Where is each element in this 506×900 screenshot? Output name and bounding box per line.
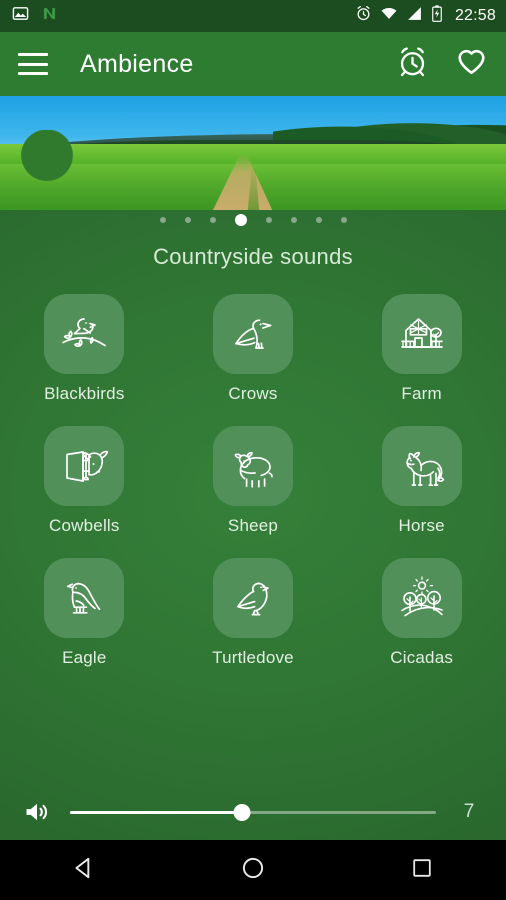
page-title: Ambience [80, 49, 194, 78]
sound-tile[interactable] [381, 558, 462, 638]
circle-home-icon [240, 855, 266, 886]
sound-tile[interactable] [212, 558, 293, 638]
volume-slider[interactable] [70, 802, 436, 822]
sound-tile[interactable] [44, 294, 125, 374]
page-dot[interactable] [315, 217, 322, 223]
status-bar-notifications [12, 5, 58, 27]
sound-item-turtledove[interactable]: Turtledove [169, 558, 338, 668]
alarm-clock-icon[interactable] [396, 45, 429, 83]
sound-tile[interactable] [381, 294, 462, 374]
image-icon [12, 5, 29, 27]
sound-label: Farm [401, 384, 442, 403]
sound-item-crows[interactable]: Crows [169, 294, 338, 404]
sound-tile[interactable] [44, 426, 125, 506]
status-bar-system-icons: 22:58 [355, 5, 496, 27]
section-title: Countryside sounds [153, 244, 353, 269]
crow-icon [225, 306, 281, 362]
app-bar-actions [396, 45, 488, 83]
sound-item-blackbirds[interactable]: Blackbirds [0, 294, 169, 404]
sound-tile[interactable] [44, 558, 125, 638]
cow-head-bell-icon [56, 438, 112, 494]
sound-item-sheep[interactable]: Sheep [169, 426, 338, 536]
sound-label: Eagle [62, 648, 107, 667]
status-bar-clock: 22:58 [454, 7, 496, 24]
heart-outline-icon[interactable] [455, 45, 488, 83]
sound-item-horse[interactable]: Horse [337, 426, 506, 536]
signal-icon [406, 5, 423, 27]
sound-item-farm[interactable]: Farm [337, 294, 506, 404]
volume-thumb[interactable] [233, 803, 251, 821]
page-indicator [0, 214, 506, 226]
banner-bush [16, 130, 78, 186]
sound-tile[interactable] [212, 426, 293, 506]
page-dot[interactable] [159, 217, 166, 223]
phone-screen: 22:58 Ambience Countryside sounds Blackb… [0, 0, 506, 900]
sound-tile[interactable] [212, 294, 293, 374]
page-dot[interactable] [209, 217, 216, 223]
triangle-back-icon [71, 855, 97, 886]
sheep-icon [225, 438, 281, 494]
page-dot[interactable] [184, 217, 191, 223]
sound-label: Cowbells [49, 516, 120, 535]
barn-farm-icon [394, 306, 450, 362]
speaker-volume-icon[interactable] [20, 798, 54, 826]
page-dot[interactable] [340, 217, 347, 223]
horse-icon [394, 438, 450, 494]
battery-icon [431, 5, 443, 27]
wifi-icon [380, 5, 398, 27]
back-button[interactable] [56, 842, 112, 898]
recents-button[interactable] [394, 842, 450, 898]
sound-label: Horse [398, 516, 445, 535]
square-recents-icon [410, 856, 434, 885]
sound-item-cowbells[interactable]: Cowbells [0, 426, 169, 536]
home-button[interactable] [225, 842, 281, 898]
volume-bar: 7 [0, 784, 506, 840]
app-bar: Ambience [0, 32, 506, 96]
sound-label: Blackbirds [44, 384, 125, 403]
sound-grid: Blackbirds Crows Farm Cowbells Sheep Hor… [0, 294, 506, 668]
sound-tile[interactable] [381, 426, 462, 506]
volume-track-fill [70, 810, 243, 814]
sound-item-eagle[interactable]: Eagle [0, 558, 169, 668]
bird-on-branch-icon [56, 306, 112, 362]
page-dot[interactable] [265, 217, 272, 223]
sound-label: Crows [228, 384, 278, 403]
volume-value: 7 [463, 801, 475, 822]
page-dot[interactable] [290, 217, 297, 223]
alarm-icon [355, 5, 372, 27]
sound-label: Turtledove [212, 648, 294, 667]
android-navigation-bar [0, 840, 506, 900]
page-dot-active[interactable] [234, 214, 247, 226]
nfc-n-icon [41, 5, 58, 27]
banner-image [0, 96, 506, 210]
trees-sun-hills-icon [394, 570, 450, 626]
sound-label: Cicadas [390, 648, 454, 667]
sound-item-cicadas[interactable]: Cicadas [337, 558, 506, 668]
status-bar: 22:58 [0, 0, 506, 32]
content-panel: Countryside sounds Blackbirds Crows Farm… [0, 210, 506, 840]
sound-label: Sheep [227, 516, 279, 535]
dove-icon [225, 570, 281, 626]
eagle-icon [56, 570, 112, 626]
hamburger-menu-icon[interactable] [18, 53, 48, 75]
